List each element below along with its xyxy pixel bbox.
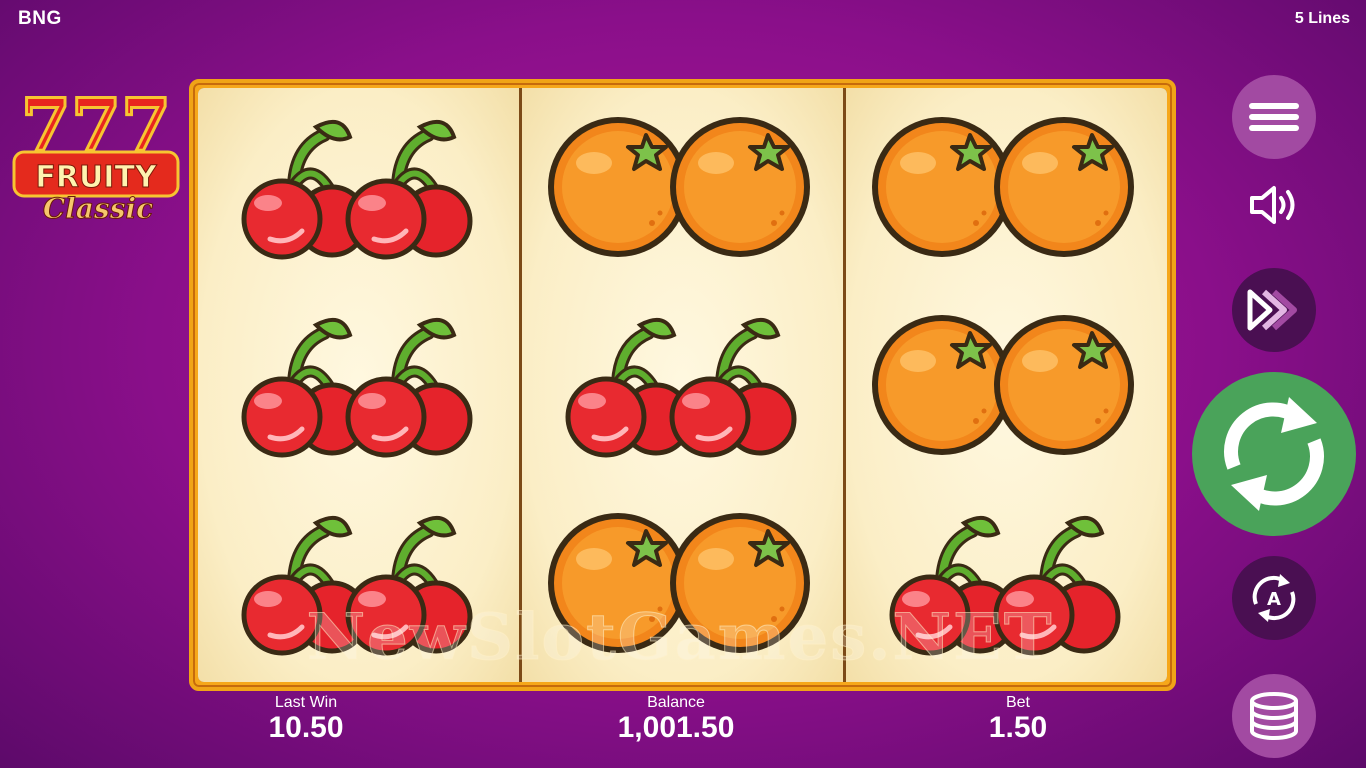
cherry-symbol <box>224 498 494 668</box>
bet-settings-button[interactable] <box>1232 674 1316 758</box>
cherry-symbol <box>872 498 1142 668</box>
balance-value: 1,001.50 <box>617 711 735 744</box>
reels <box>198 88 1167 682</box>
fruity-classic-logo: 777 FRUITY Classic <box>12 81 180 226</box>
reel-1 <box>198 88 519 682</box>
brand-logo-text: BNG <box>18 8 62 29</box>
spin-button[interactable] <box>1192 372 1356 536</box>
fast-forward-icon <box>1247 289 1297 331</box>
last-win-panel: Last Win 10.50 <box>206 694 406 745</box>
lines-indicator: 5 Lines <box>1294 10 1350 27</box>
hamburger-menu-icon <box>1249 98 1299 136</box>
cherry-symbol <box>224 102 494 272</box>
last-win-label: Last Win <box>274 694 338 711</box>
balance-label: Balance <box>647 694 705 711</box>
autoplay-icon: A <box>1252 574 1296 622</box>
logo-classic: Classic <box>43 192 153 225</box>
speaker-icon <box>1250 186 1295 224</box>
reels-frame <box>189 79 1176 691</box>
bet-label: Bet <box>1005 694 1030 711</box>
autoplay-letter: A <box>1267 589 1281 610</box>
bet-panel[interactable]: Bet 1.50 <box>918 694 1118 745</box>
last-win-value: 10.50 <box>268 711 344 744</box>
coin-stack-icon <box>1250 692 1298 740</box>
logo-fruity: FRUITY <box>35 160 158 195</box>
orange-symbol <box>547 498 818 668</box>
reel-3 <box>846 88 1167 682</box>
balance-panel: Balance 1,001.50 <box>576 694 776 745</box>
orange-symbol <box>871 300 1142 470</box>
cherry-symbol <box>548 300 818 470</box>
spin-arrows-icon <box>1224 397 1324 511</box>
sound-button[interactable] <box>1244 178 1304 232</box>
game-logo: 777 FRUITY Classic <box>10 81 182 233</box>
turbo-button[interactable] <box>1232 268 1316 352</box>
bet-value: 1.50 <box>988 711 1048 744</box>
menu-button[interactable] <box>1232 75 1316 159</box>
reel-2 <box>522 88 843 682</box>
cherry-symbol <box>224 300 494 470</box>
orange-symbol <box>871 102 1142 272</box>
orange-symbol <box>547 102 818 272</box>
autoplay-button[interactable]: A <box>1232 556 1316 640</box>
